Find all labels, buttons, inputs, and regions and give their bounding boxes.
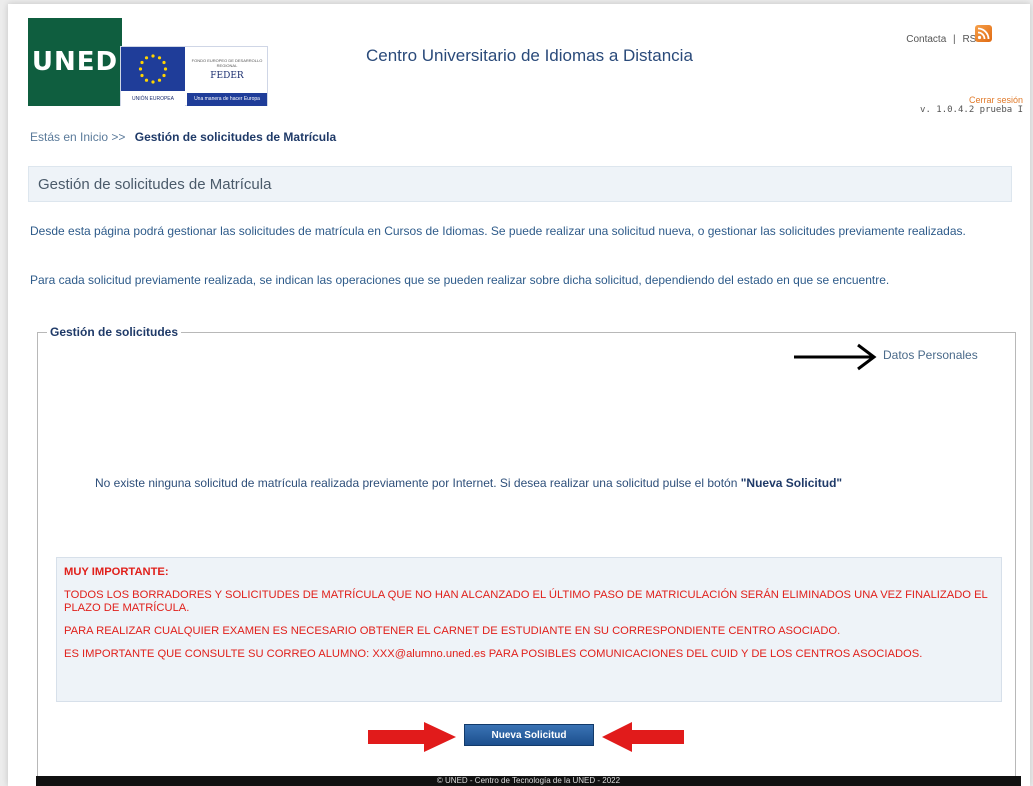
empty-requests-message: No existe ninguna solicitud de matrícula… [95,476,842,490]
feder-logo: FONDO EUROPEO DE DESARROLLO REGIONAL FED… [120,46,268,106]
version-label: v. 1.0.4.2 prueba I [920,105,1023,115]
feder-block: FONDO EUROPEO DE DESARROLLO REGIONAL FED… [187,47,267,91]
feder-label: FEDER [210,70,244,81]
eu-label: UNIÓN EUROPEA [121,93,185,106]
contact-link[interactable]: Contacta [906,34,946,45]
rss-icon[interactable] [975,25,992,42]
uned-logo[interactable]: UNED [28,18,122,106]
logout-link[interactable]: Cerrar sesión [969,95,1023,105]
top-links: Contacta | RSS [906,34,983,45]
important-notice-1: TODOS LOS BORRADORES Y SOLICITUDES DE MA… [64,589,988,614]
breadcrumb-current: Gestión de solicitudes de Matrícula [134,130,337,144]
top-links-separator: | [953,34,956,45]
footer: © UNED - Centro de Tecnología de la UNED… [36,776,1021,786]
important-notice-3: ES IMPORTANTE QUE CONSULTE SU CORREO ALU… [64,648,923,660]
important-notice: MUY IMPORTANTE: TODOS LOS BORRADORES Y S… [56,557,1002,702]
new-request-button[interactable]: Nueva Solicitud [464,724,594,746]
requests-legend: Gestión de solicitudes [47,325,182,339]
feder-fund-label: FONDO EUROPEO DE DESARROLLO REGIONAL [191,57,263,68]
breadcrumb: Estás en Inicio >> Gestión de solicitude… [30,130,336,144]
empty-message-text: No existe ninguna solicitud de matrícula… [95,476,738,490]
personal-data-link[interactable]: Datos Personales [883,348,978,362]
eu-flag-icon [121,47,185,91]
intro-text-1: Desde esta página podrá gestionar las so… [30,224,966,238]
important-notice-2: PARA REALIZAR CUALQUIER EXAMEN ES NECESA… [64,625,841,637]
feder-slogan: Una manera de hacer Europa [187,93,267,106]
arrow-icon [602,722,684,752]
arrow-right-icon [794,343,877,371]
intro-text-2: Para cada solicitud previamente realizad… [30,273,890,287]
breadcrumb-home[interactable]: Estás en Inicio >> [30,130,125,144]
site-title: Centro Universitario de Idiomas a Distan… [366,46,693,65]
arrow-icon [368,722,456,752]
page-title: Gestión de solicitudes de Matrícula [28,166,1012,202]
empty-message-button-ref: "Nueva Solicitud" [740,476,843,490]
important-title: MUY IMPORTANTE: [64,566,169,578]
